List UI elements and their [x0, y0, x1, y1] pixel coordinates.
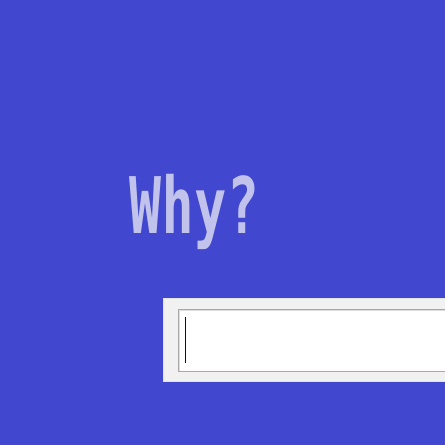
question-screen: Why? — [0, 0, 445, 445]
text-cursor — [185, 317, 186, 363]
answer-input-panel — [163, 298, 445, 382]
answer-input[interactable] — [178, 309, 445, 372]
question-prompt: Why? — [129, 162, 260, 252]
